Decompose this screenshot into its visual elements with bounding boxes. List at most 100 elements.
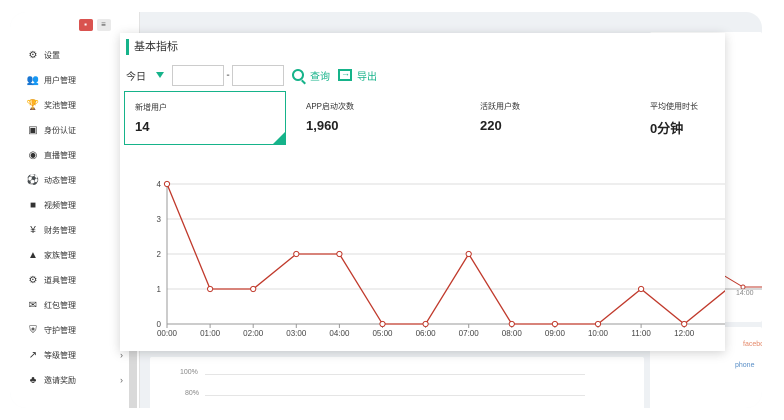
y-tick-label: 0	[157, 320, 162, 329]
data-point	[293, 250, 300, 258]
data-point	[465, 250, 472, 258]
data-point	[336, 250, 343, 258]
basic-metrics-panel: 基本指标 今日 - 查询 导出 新增用户 14 APP启动次数 1,960 活跃…	[120, 33, 725, 351]
data-point	[594, 320, 602, 328]
background-time-label: 14:00	[736, 290, 754, 297]
sidebar-item[interactable]: ⚽动态管理›	[10, 168, 130, 192]
sidebar-item[interactable]: ✉ 红包管理	[10, 293, 130, 317]
period-select-label[interactable]: 今日	[126, 68, 156, 83]
trophy-icon: 🏆	[26, 99, 40, 111]
sidebar-item[interactable]: 👥用户管理›	[10, 68, 130, 92]
sidebar-item-label: 等级管理	[44, 350, 76, 360]
stat-label: 活跃用户数	[480, 102, 520, 111]
stat-card-avg-duration[interactable]: 平均使用时长 0分钟	[640, 91, 725, 145]
stat-label: 新增用户	[135, 103, 167, 112]
sidebar-item[interactable]: ♣ 邀请奖励 ›	[10, 368, 130, 392]
sidebar-item-label: 邀请奖励	[44, 375, 76, 385]
trash-icon[interactable]: ▪	[78, 19, 93, 31]
x-tick-label: 02:00	[243, 329, 264, 338]
stat-value: 0分钟	[650, 121, 684, 136]
soccer-ball-icon: ⚽	[26, 174, 40, 186]
sidebar-item[interactable]: ▲家族管理›	[10, 243, 130, 267]
x-tick-label: 07:00	[459, 329, 480, 338]
data-point	[207, 285, 214, 293]
start-date-input[interactable]	[172, 64, 224, 86]
query-button[interactable]: 查询	[292, 68, 330, 83]
export-icon	[338, 68, 352, 81]
sidebar-item[interactable]: ¥财务管理›	[10, 218, 130, 242]
background-card-bottom-left	[150, 357, 644, 408]
motorcycle-icon: ⚙	[28, 274, 38, 286]
sitemap-icon: ♣	[29, 374, 37, 386]
data-point	[163, 180, 171, 188]
background-grid-line	[205, 374, 585, 375]
x-tick-label: 01:00	[200, 329, 221, 338]
sidebar-item-label: 红包管理	[44, 300, 76, 310]
new-users-line-chart: 0 1 2 3 4 00:00 01:00 02:00 03:00 04:00 05:00 06:00…	[157, 180, 725, 338]
stat-value: 220	[480, 118, 502, 133]
data-point	[551, 320, 558, 328]
data-point	[638, 285, 645, 293]
y-tick-label: 4	[157, 180, 162, 189]
y-tick-label: 3	[157, 215, 162, 224]
sidebar-item[interactable]: ⛨ 守护管理	[10, 318, 130, 342]
sidebar-item-label: 用户管理	[44, 75, 76, 85]
stat-label: APP启动次数	[306, 102, 355, 111]
sidebar-item[interactable]: ■视频管理›	[10, 193, 130, 217]
sidebar-item-label: 守护管理	[44, 325, 76, 335]
sidebar-item-label: 财务管理	[44, 225, 76, 235]
x-tick-label: 09:00	[545, 329, 566, 338]
sidebar-item[interactable]: ⚙设置›	[10, 43, 130, 67]
line-chart-icon: ↗	[28, 349, 38, 361]
sidebar-item-label: 视频管理	[44, 200, 76, 210]
stat-card-app-launches[interactable]: APP启动次数 1,960	[296, 91, 446, 145]
sidebar-item-label: 动态管理	[44, 175, 76, 185]
background-grid-line	[205, 395, 585, 396]
sidebar-item-label: 身份认证	[44, 125, 76, 135]
stat-label: 平均使用时长	[650, 102, 698, 111]
sidebar-item-label: 家族管理	[44, 250, 76, 260]
envelope-icon: ✉	[28, 299, 38, 311]
users-icon: 👥	[26, 74, 40, 86]
panel-title: 基本指标	[126, 39, 178, 55]
x-tick-label: 08:00	[502, 329, 523, 338]
sidebar-item[interactable]: ◉直播管理›	[10, 143, 130, 167]
end-date-input[interactable]	[232, 64, 284, 86]
export-button[interactable]: 导出	[338, 68, 377, 83]
data-point	[508, 320, 515, 328]
id-card-icon: ▣	[28, 124, 38, 136]
caret-down-icon[interactable]	[156, 72, 164, 78]
y-tick-label: 1	[157, 285, 162, 294]
background-percent-100: 100%	[180, 369, 198, 376]
data-point	[379, 320, 386, 328]
x-tick-label: 00:00	[157, 329, 178, 338]
list-icon[interactable]: ≡	[96, 19, 111, 31]
eye-icon: ◉	[28, 149, 38, 161]
stat-card-new-users[interactable]: 新增用户 14	[124, 91, 286, 145]
x-tick-label: 03:00	[286, 329, 307, 338]
search-icon	[292, 69, 304, 81]
stat-card-active-users[interactable]: 活跃用户数 220	[470, 91, 620, 145]
x-tick-label: 05:00	[372, 329, 393, 338]
sidebar-item-label: 设置	[44, 50, 60, 60]
x-tick-label: 04:00	[329, 329, 350, 338]
sidebar-item[interactable]: ▣ 身份认证	[10, 118, 130, 142]
stat-value: 1,960	[306, 118, 339, 133]
sidebar-item[interactable]: ↗ 等级管理 ›	[10, 343, 130, 367]
sidebar-item-label: 直播管理	[44, 150, 76, 160]
date-separator: -	[226, 69, 230, 81]
x-tick-label: 11:00	[631, 329, 651, 338]
query-button-label: 查询	[310, 71, 330, 83]
x-tick-label: 06:00	[416, 329, 437, 338]
yen-icon: ¥	[30, 224, 36, 236]
family-icon: ▲	[28, 249, 38, 261]
y-tick-label: 2	[157, 250, 162, 259]
sidebar-item[interactable]: 🏆 奖池管理	[10, 93, 130, 117]
data-point	[250, 285, 257, 293]
sidebar-item-label: 奖池管理	[44, 100, 76, 110]
x-tick-label: 10:00	[588, 329, 609, 338]
sidebar-item[interactable]: ⚙道具管理›	[10, 268, 130, 292]
stat-value: 14	[135, 119, 150, 134]
data-point	[681, 320, 688, 328]
data-point	[422, 320, 429, 328]
